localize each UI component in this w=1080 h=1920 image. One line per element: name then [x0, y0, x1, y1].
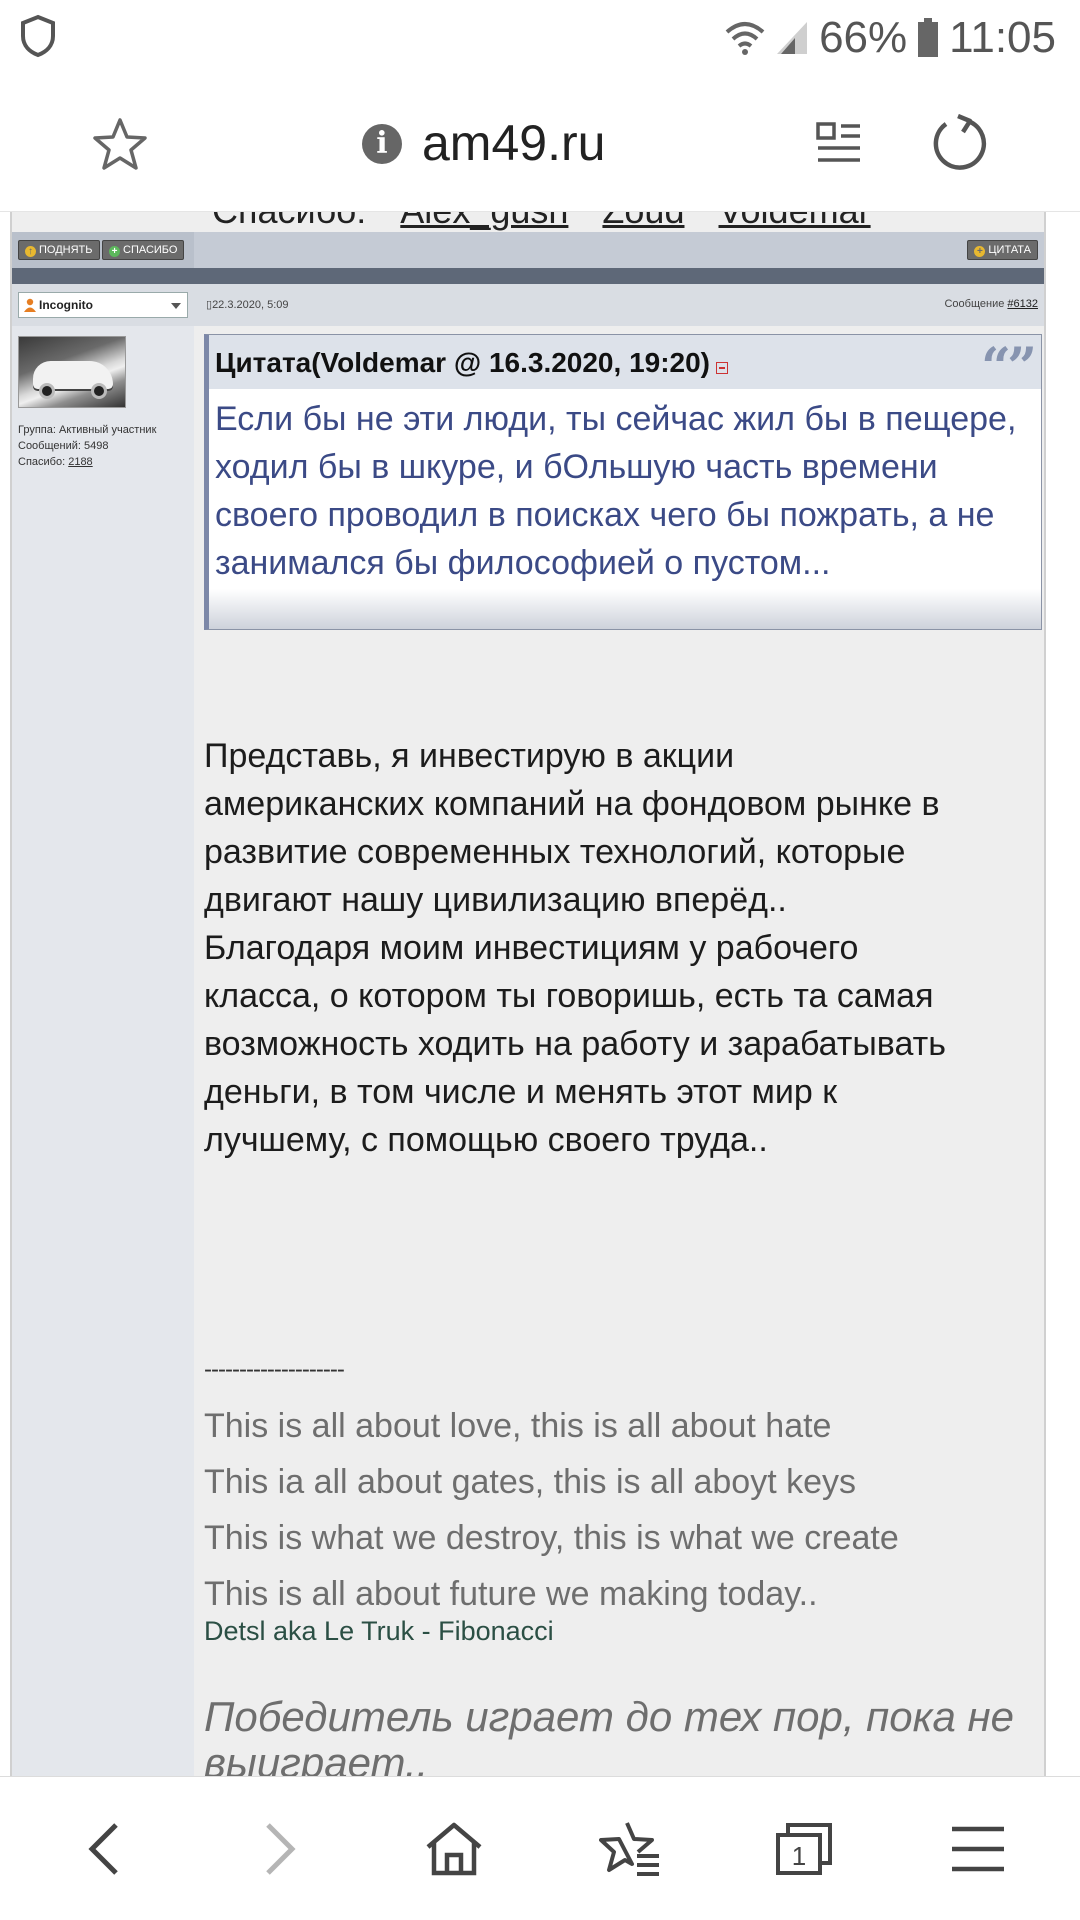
prev-thanks-user[interactable]: Zoud: [602, 212, 684, 231]
menu-button[interactable]: [942, 1813, 1014, 1885]
home-button[interactable]: [418, 1813, 490, 1885]
user-thanks-count[interactable]: 2188: [68, 456, 92, 468]
arrow-up-icon: ↑: [25, 246, 36, 257]
post-text-line: класса, о котором ты говоришь, есть та с…: [204, 977, 934, 1015]
tabs-button[interactable]: 1: [768, 1813, 840, 1885]
forum-post: Спасибо: Alex_gush Zoud Voldemar ↑ПОДНЯТ…: [10, 212, 1046, 1776]
jump-to-post-icon[interactable]: [716, 362, 729, 374]
post-text-line: развитие современных технологий, которые: [204, 833, 906, 871]
tabs-count: 1: [792, 1841, 806, 1871]
signal-icon: [777, 22, 808, 54]
bookmarks-button[interactable]: [594, 1813, 666, 1885]
user-icon: [24, 298, 36, 312]
post-text-line: возможность ходить на работу и зарабатыв…: [204, 1025, 946, 1063]
wifi-icon: [725, 22, 765, 55]
message-number: Сообщение #6132: [944, 298, 1038, 310]
signature-line: This ia all about gates, this is all abo…: [204, 1463, 856, 1501]
post-text-line: лучшему, с помощью своего труда..: [204, 1121, 768, 1159]
url-field[interactable]: am49.ru: [422, 114, 605, 172]
signature-line: This is all about love, this is all abou…: [204, 1407, 832, 1445]
quote-button[interactable]: + ЦИТАТА: [967, 240, 1038, 260]
signature-line: This is what we destroy, this is what we…: [204, 1519, 899, 1557]
home-icon: [426, 1822, 482, 1876]
user-profile-column: Группа: Активный участник Сообщений: 549…: [12, 326, 194, 1776]
bookmark-star-icon[interactable]: [92, 116, 148, 172]
previous-post-thanks: Спасибо: Alex_gush Zoud Voldemar: [212, 212, 871, 232]
bookmarks-icon: [599, 1822, 659, 1876]
signature-credit: Detsl aka Le Truk - Fibonacci: [204, 1616, 554, 1646]
quote-block: Цитата(Voldemar @ 16.3.2020, 19:20) “” Е…: [204, 334, 1042, 630]
message-link[interactable]: #6132: [1007, 298, 1038, 310]
post-date: ▯22.3.2020, 5:09: [206, 299, 289, 311]
post-text-line: двигают нашу цивилизацию вперёд..: [204, 881, 787, 919]
forward-icon: [266, 1823, 296, 1875]
prev-thanks-user[interactable]: Voldemar: [719, 212, 871, 231]
back-icon: [88, 1823, 118, 1875]
battery-icon: [918, 18, 939, 57]
page-content: Спасибо: Alex_gush Zoud Voldemar ↑ПОДНЯТ…: [0, 212, 1080, 1776]
browser-toolbar: i am49.ru: [0, 76, 1080, 212]
quote-header: Цитата(Voldemar @ 16.3.2020, 19:20) “”: [209, 335, 1041, 398]
post-body: Цитата(Voldemar @ 16.3.2020, 19:20) “” Е…: [194, 326, 1044, 1776]
reader-mode-icon[interactable]: [815, 120, 863, 168]
user-info: Группа: Активный участник Сообщений: 549…: [18, 422, 156, 470]
prev-thanks-label: Спасибо:: [212, 212, 366, 231]
status-bar: 66% 11:05: [0, 0, 1080, 76]
post-text-line: американских компаний на фондовом рынке …: [204, 785, 940, 823]
plus-icon: +: [974, 246, 986, 257]
info-icon[interactable]: i: [362, 124, 402, 164]
signature-motto: Победитель играет до тех пор, пока не вы…: [204, 1693, 1014, 1777]
menu-icon: [952, 1826, 1004, 1872]
quote-text: Если бы не эти люди, ты сейчас жил бы в …: [215, 400, 1017, 582]
quote-title: Цитата(Voldemar @ 16.3.2020, 19:20): [215, 347, 729, 379]
signature-separator: --------------------: [204, 1356, 345, 1383]
post-text-line: Представь, я инвестирую в акции: [204, 737, 735, 775]
battery-percent: 66%: [819, 13, 908, 62]
bottom-navigation: 1: [0, 1776, 1080, 1920]
plus-icon: +: [109, 246, 120, 257]
user-posts-count: Сообщений: 5498: [18, 440, 109, 452]
post-meta: Incognito ▯22.3.2020, 5:09 Сообщение #61…: [12, 284, 1044, 326]
post-text-line: Благодаря моим инвестициям у рабочего: [204, 929, 859, 967]
post-actions-bar: ↑ ПОДНЯТЬ + СПАСИБО + ЦИТАТА: [12, 232, 1044, 268]
tabs-icon: 1: [776, 1823, 832, 1875]
clock: 11:05: [949, 13, 1056, 62]
user-group: Группа: Активный участник: [18, 424, 157, 436]
post-text-line: деньги, в том числе и менять этот мир к: [204, 1073, 838, 1111]
up-button[interactable]: ↑ ПОДНЯТЬ: [18, 240, 100, 260]
reload-icon[interactable]: [930, 114, 990, 174]
post-text: Представь, я инвестирую в акции американ…: [204, 732, 1044, 1164]
post-divider: [12, 268, 1044, 284]
author-dropdown[interactable]: Incognito: [18, 292, 188, 318]
chevron-down-icon: [171, 303, 181, 309]
shield-icon: [21, 14, 55, 58]
signature-lyrics: This is all about love, this is all abou…: [204, 1398, 1044, 1622]
thanks-button[interactable]: + СПАСИБО: [102, 240, 185, 260]
signature-line: This is all about future we making today…: [204, 1575, 818, 1613]
user-thanks: Спасибо: 2188: [18, 456, 93, 468]
forward-button[interactable]: [244, 1813, 316, 1885]
prev-thanks-user[interactable]: Alex_gush: [400, 212, 568, 231]
avatar[interactable]: [18, 336, 126, 408]
quote-marks-icon: “”: [981, 337, 1037, 398]
back-button[interactable]: [68, 1813, 140, 1885]
author-name: Incognito: [39, 298, 93, 312]
